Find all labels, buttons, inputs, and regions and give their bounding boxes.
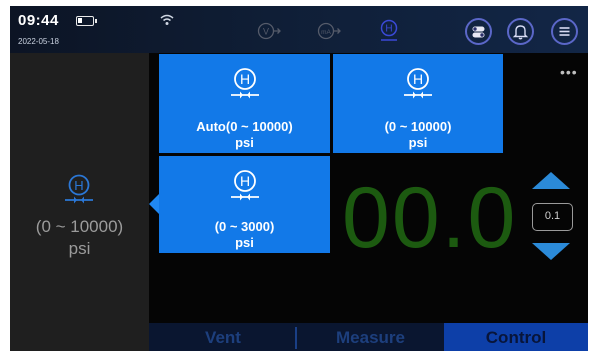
selected-unit: psi [68, 239, 91, 258]
tile-range: (0 ~ 3000) [214, 219, 275, 234]
svg-text:H: H [385, 24, 392, 35]
status-bar: 09:44 2022-05-18 V mA H [10, 6, 588, 53]
ma-mode-icon[interactable]: mA [316, 22, 348, 40]
screen: 09:44 2022-05-18 V mA H H (0 ~ 10000) ps… [0, 0, 595, 351]
voltage-mode-icon[interactable]: V [256, 22, 284, 40]
svg-text:H: H [74, 178, 83, 193]
svg-text:mA: mA [321, 29, 331, 36]
device-screen: 09:44 2022-05-18 V mA H H (0 ~ 10000) ps… [10, 6, 588, 351]
notifications-button[interactable] [507, 18, 534, 45]
menu-icon [559, 27, 570, 36]
clock-time: 09:44 [18, 12, 59, 29]
decrease-arrow[interactable] [532, 243, 570, 260]
tile-range: Auto(0 ~ 10000) [196, 119, 293, 134]
more-options-dots[interactable]: ••• [560, 64, 578, 80]
tab-measure[interactable]: Measure [297, 323, 444, 351]
svg-text:H: H [413, 71, 423, 87]
selected-range-panel[interactable]: H (0 ~ 10000) psi [10, 53, 149, 351]
pressure-h-icon: H [230, 68, 259, 99]
bell-icon [512, 25, 529, 40]
menu-button[interactable] [551, 18, 578, 45]
svg-text:V: V [263, 27, 269, 37]
bottom-tabs: Vent Measure Control [149, 323, 588, 351]
clock-date: 2022-05-18 [18, 37, 59, 46]
tile-unit: psi [235, 235, 254, 250]
range-tile-3000[interactable]: H (0 ~ 3000) psi [159, 156, 330, 253]
battery-icon [76, 16, 97, 26]
tile-range: (0 ~ 10000) [384, 119, 452, 134]
step-size[interactable]: 0.1 [532, 203, 573, 231]
pressure-h-icon: H [65, 174, 93, 204]
increase-arrow[interactable] [532, 172, 570, 189]
pressure-value: 00.0 [342, 170, 518, 266]
hart-mode-icon[interactable]: H [379, 19, 399, 43]
range-tile-10000[interactable]: H (0 ~ 10000) psi [333, 54, 503, 153]
selected-range: (0 ~ 10000) [35, 217, 124, 236]
tab-control[interactable]: Control [444, 323, 588, 351]
tab-vent[interactable]: Vent [149, 323, 297, 351]
switch-button[interactable] [465, 18, 492, 45]
range-tile-auto[interactable]: H Auto(0 ~ 10000) psi [159, 54, 330, 153]
svg-text:H: H [239, 71, 249, 87]
wifi-icon [160, 14, 174, 25]
pressure-h-icon: H [404, 68, 432, 99]
tile-unit: psi [235, 135, 254, 150]
svg-text:H: H [239, 173, 249, 189]
panel-pointer [149, 194, 159, 214]
pressure-h-icon: H [230, 170, 259, 201]
switch-icon [472, 26, 485, 38]
tile-unit: psi [408, 135, 428, 150]
